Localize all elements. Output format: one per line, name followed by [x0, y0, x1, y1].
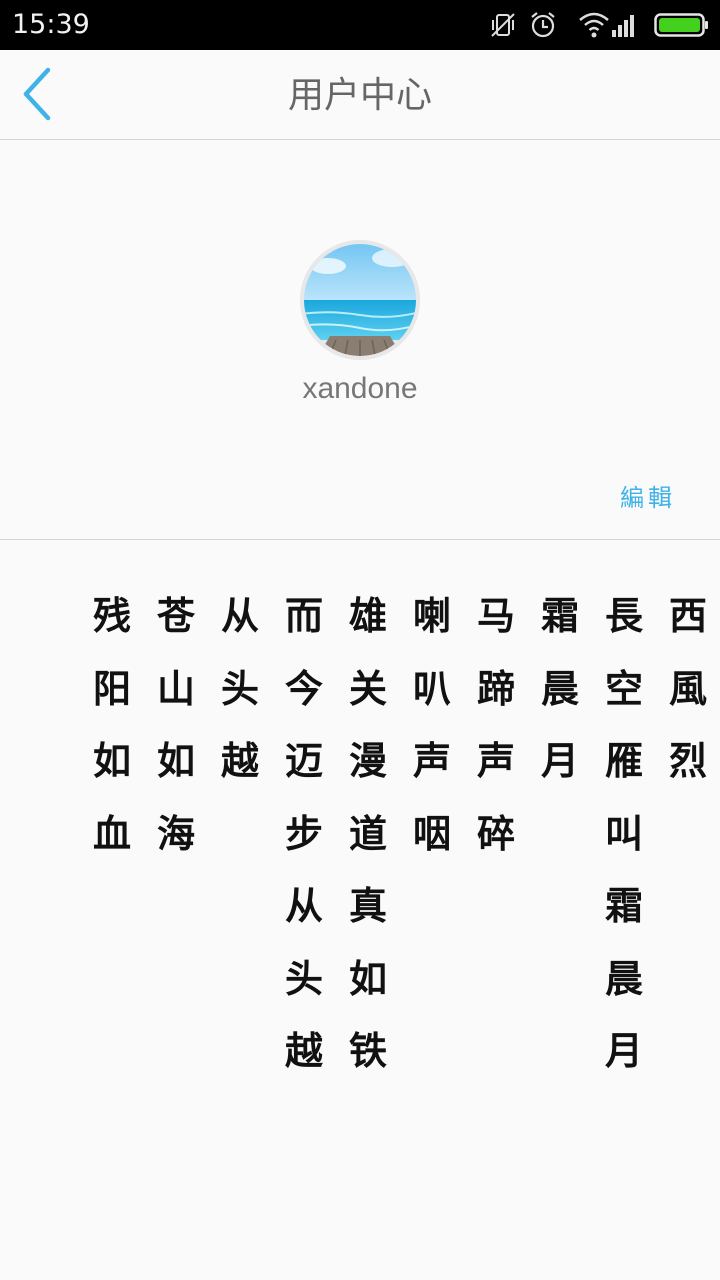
poem-char: 越: [284, 1028, 323, 1073]
divider: [0, 539, 720, 540]
poem-column: 雄关漫道真如铁: [336, 580, 400, 1088]
poem-char: 霜: [540, 593, 579, 638]
poem-char: 叭: [412, 665, 451, 711]
vibrate-off-icon: [491, 13, 515, 37]
poem-char: 風: [668, 665, 707, 711]
status-time: 15:39: [12, 9, 90, 40]
poem-column: 喇叭声咽: [400, 580, 464, 870]
poem-char: 马: [476, 593, 515, 638]
signal-icon: [612, 15, 634, 37]
poem-char: 关: [348, 665, 387, 711]
poem-char: 如: [156, 738, 195, 783]
poem-column: 残阳如血: [80, 580, 144, 870]
poem-char: 迈: [284, 738, 323, 783]
poem-column: 苍山如海: [144, 580, 208, 870]
poem-char: 西: [668, 593, 707, 638]
poem-char: 而: [284, 593, 323, 638]
poem-char: 阳: [92, 665, 131, 711]
app-header: 用户中心: [0, 50, 720, 140]
poem-char: 越: [220, 738, 259, 783]
battery-icon: [654, 13, 708, 37]
poem-char: 空: [604, 665, 643, 711]
poem-char: 漫: [348, 738, 387, 783]
poem-column: 马蹄声碎: [464, 580, 528, 870]
poem-char: 咽: [412, 810, 451, 856]
poem: 西風烈長空雁叫霜晨月霜晨月马蹄声碎喇叭声咽雄关漫道真如铁而今迈步从头越从头越苍山…: [80, 580, 720, 1100]
poem-char: 叫: [604, 810, 643, 856]
username: xandone: [302, 372, 418, 405]
poem-char: 残: [92, 593, 131, 638]
poem-char: 烈: [668, 738, 707, 783]
poem-char: 蹄: [476, 665, 515, 711]
poem-char: 从: [284, 883, 323, 928]
poem-char: 苍: [156, 593, 195, 638]
poem-char: 月: [604, 1028, 643, 1073]
poem-char: 头: [220, 665, 259, 711]
poem-char: 道: [348, 810, 387, 856]
alarm-icon: [531, 12, 555, 38]
avatar[interactable]: [300, 240, 420, 360]
edit-button[interactable]: 編輯: [620, 478, 676, 513]
status-bar: 15:39: [0, 0, 720, 50]
poem-char: 喇: [412, 593, 451, 638]
poem-column: 西風烈: [656, 580, 720, 798]
poem-char: 月: [540, 738, 579, 783]
poem-char: 从: [220, 593, 259, 638]
poem-char: 晨: [540, 665, 579, 711]
poem-char: 如: [92, 738, 131, 783]
poem-char: 头: [284, 955, 323, 1001]
poem-char: 步: [284, 810, 323, 856]
poem-char: 铁: [348, 1028, 387, 1073]
poem-char: 血: [92, 810, 131, 856]
poem-char: 如: [348, 955, 387, 1001]
poem-char: 長: [604, 593, 643, 638]
poem-char: 今: [284, 665, 323, 711]
wifi-icon: [579, 12, 609, 38]
poem-char: 海: [156, 810, 195, 856]
poem-char: 山: [156, 665, 195, 711]
poem-column: 而今迈步从头越: [272, 580, 336, 1088]
poem-column: 霜晨月: [528, 580, 592, 798]
poem-column: 長空雁叫霜晨月: [592, 580, 656, 1088]
poem-char: 声: [412, 738, 451, 783]
poem-char: 霜: [604, 883, 643, 928]
poem-char: 雁: [604, 738, 643, 783]
poem-char: 晨: [604, 955, 643, 1001]
poem-column: 从头越: [208, 580, 272, 798]
poem-char: 雄: [348, 593, 387, 638]
page-title: 用户中心: [287, 75, 432, 116]
poem-char: 碎: [476, 810, 515, 856]
poem-char: 真: [348, 883, 387, 928]
avatar-image: [300, 240, 420, 360]
poem-char: 声: [476, 738, 515, 783]
